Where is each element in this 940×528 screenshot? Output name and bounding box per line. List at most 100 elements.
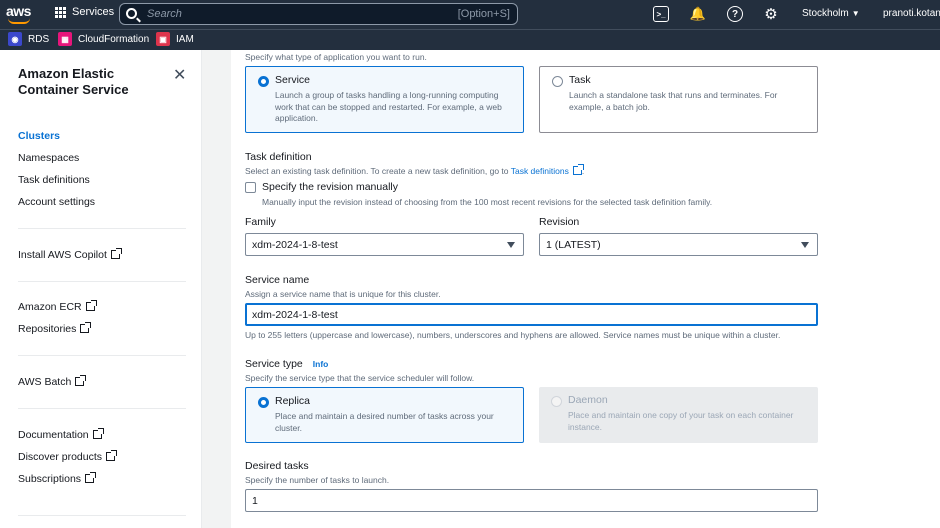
aws-smile-icon bbox=[8, 18, 30, 24]
specify-revision-checkbox[interactable] bbox=[245, 182, 256, 193]
service-name-label: Service name bbox=[245, 274, 310, 286]
region-selector[interactable]: Stockholm ▼ bbox=[802, 8, 860, 19]
desired-tasks-label: Desired tasks bbox=[245, 460, 309, 472]
bell-icon[interactable]: 🔔 bbox=[690, 6, 706, 22]
aws-logo[interactable]: aws bbox=[6, 3, 34, 25]
sidebar-item-subscriptions[interactable]: Subscriptions bbox=[18, 472, 97, 485]
main-content: Specify what type of application you wan… bbox=[202, 50, 940, 528]
app-type-service-tile[interactable]: Service Launch a group of tasks handling… bbox=[245, 66, 524, 133]
services-label: Services bbox=[72, 6, 115, 18]
sidebar-item-label: Amazon ECR bbox=[18, 301, 82, 313]
desired-tasks-hint: Specify the number of tasks to launch. bbox=[245, 475, 390, 485]
tile-description: Launch a group of tasks handling a long-… bbox=[275, 90, 502, 123]
sidebar-item-aws-batch[interactable]: AWS Batch bbox=[18, 375, 87, 388]
external-link-icon bbox=[110, 248, 122, 259]
sidebar-item-namespaces[interactable]: Namespaces bbox=[18, 152, 79, 164]
tile-description: Place and maintain a desired number of t… bbox=[275, 411, 494, 433]
caret-down-icon: ▼ bbox=[851, 9, 860, 18]
sidebar-item-label: Install AWS Copilot bbox=[18, 249, 107, 261]
tile-title: Daemon bbox=[568, 394, 608, 406]
favorite-label: IAM bbox=[176, 33, 194, 45]
app-type-hint: Specify what type of application you wan… bbox=[245, 52, 427, 62]
account-menu[interactable]: pranoti.kotang bbox=[883, 8, 940, 19]
sidebar-item-repositories[interactable]: Repositories bbox=[18, 322, 92, 335]
aws-logo-text: aws bbox=[6, 3, 31, 19]
cloudshell-icon[interactable]: >_ bbox=[653, 6, 669, 22]
external-link-icon bbox=[106, 450, 118, 461]
desired-tasks-value: 1 bbox=[252, 495, 258, 507]
divider bbox=[18, 515, 186, 516]
search-input[interactable]: Search [Option+S] bbox=[119, 3, 518, 25]
caret-down-icon bbox=[507, 242, 515, 248]
sidebar-item-amazon-ecr[interactable]: Amazon ECR bbox=[18, 300, 97, 313]
divider bbox=[18, 281, 186, 282]
search-shortcut: [Option+S] bbox=[457, 8, 510, 20]
radio-unselected[interactable] bbox=[552, 76, 563, 87]
sidebar-item-label: Documentation bbox=[18, 429, 89, 441]
service-name-input[interactable]: xdm-2024-1-8-test bbox=[245, 303, 818, 326]
search-placeholder: Search bbox=[147, 8, 182, 20]
external-link-icon bbox=[85, 300, 97, 311]
tile-title: Replica bbox=[275, 395, 311, 407]
favorite-label: RDS bbox=[28, 33, 50, 45]
favorite-cloudformation[interactable]: ▦ CloudFormation bbox=[58, 32, 149, 46]
external-link-icon bbox=[85, 472, 97, 483]
sidebar-item-discover-products[interactable]: Discover products bbox=[18, 450, 118, 463]
service-type-label: Service type Info bbox=[245, 358, 328, 370]
tile-description: Launch a standalone task that runs and t… bbox=[569, 90, 778, 112]
sidebar-item-label: Repositories bbox=[18, 323, 77, 335]
sidebar-title: Amazon Elastic Container Service bbox=[18, 66, 129, 97]
sidebar-item-task-definitions[interactable]: Task definitions bbox=[18, 174, 90, 186]
services-menu-button[interactable]: Services bbox=[55, 6, 114, 18]
caret-down-icon bbox=[801, 242, 809, 248]
favorite-rds[interactable]: ◉ RDS bbox=[8, 32, 49, 46]
sidebar-item-install-copilot[interactable]: Install AWS Copilot bbox=[18, 248, 122, 261]
service-name-value: xdm-2024-1-8-test bbox=[252, 309, 338, 321]
side-navigation: Amazon Elastic Container Service ✕ Clust… bbox=[0, 50, 202, 528]
help-icon[interactable]: ? bbox=[727, 6, 743, 22]
sidebar-item-label: Subscriptions bbox=[18, 473, 82, 485]
sidebar-item-clusters[interactable]: Clusters bbox=[18, 130, 60, 142]
grid-icon bbox=[55, 6, 66, 18]
desired-tasks-input[interactable]: 1 bbox=[245, 489, 818, 512]
app-type-task-tile[interactable]: Task Launch a standalone task that runs … bbox=[539, 66, 818, 133]
hint-text: Select an existing task definition. To c… bbox=[245, 166, 509, 176]
specify-revision-hint: Manually input the revision instead of c… bbox=[262, 197, 713, 207]
tile-title: Service bbox=[275, 74, 311, 86]
service-type-replica-tile[interactable]: Replica Place and maintain a desired num… bbox=[245, 387, 524, 443]
gear-icon[interactable]: ⚙ bbox=[763, 6, 779, 23]
divider bbox=[18, 355, 186, 356]
sidebar-item-account-settings[interactable]: Account settings bbox=[18, 196, 95, 208]
revision-value: 1 (LATEST) bbox=[546, 239, 601, 251]
region-label: Stockholm bbox=[802, 8, 849, 19]
favorite-iam[interactable]: ▣ IAM bbox=[156, 32, 194, 46]
family-select[interactable]: xdm-2024-1-8-test bbox=[245, 233, 524, 256]
sidebar-item-label: Discover products bbox=[18, 451, 103, 463]
sidebar-item-label: AWS Batch bbox=[18, 376, 72, 388]
revision-select[interactable]: 1 (LATEST) bbox=[539, 233, 818, 256]
service-type-daemon-tile: Daemon Place and maintain one copy of yo… bbox=[539, 387, 818, 443]
divider bbox=[18, 408, 186, 409]
tile-title: Task bbox=[569, 74, 591, 86]
external-link-icon bbox=[75, 375, 87, 386]
divider bbox=[18, 228, 186, 229]
rds-icon: ◉ bbox=[8, 32, 22, 46]
radio-selected[interactable] bbox=[258, 76, 269, 87]
external-link-icon bbox=[572, 164, 584, 175]
radio-selected[interactable] bbox=[258, 397, 269, 408]
cloudformation-icon: ▦ bbox=[58, 32, 72, 46]
revision-label: Revision bbox=[539, 216, 580, 228]
favorites-bar: ◉ RDS ▦ CloudFormation ▣ IAM bbox=[0, 29, 940, 50]
task-definition-label: Task definition bbox=[245, 151, 312, 163]
task-definitions-link[interactable]: Task definitions bbox=[511, 164, 584, 176]
search-icon bbox=[126, 8, 137, 19]
sidebar-item-documentation[interactable]: Documentation bbox=[18, 428, 104, 441]
close-icon[interactable]: ✕ bbox=[173, 65, 186, 85]
external-link-icon bbox=[92, 428, 104, 439]
form-panel: Specify what type of application you wan… bbox=[231, 50, 940, 528]
task-definition-hint: Select an existing task definition. To c… bbox=[245, 164, 584, 176]
service-type-label-text: Service type bbox=[245, 358, 303, 370]
family-value: xdm-2024-1-8-test bbox=[252, 239, 338, 251]
service-type-info-link[interactable]: Info bbox=[313, 359, 329, 369]
family-label: Family bbox=[245, 216, 276, 228]
